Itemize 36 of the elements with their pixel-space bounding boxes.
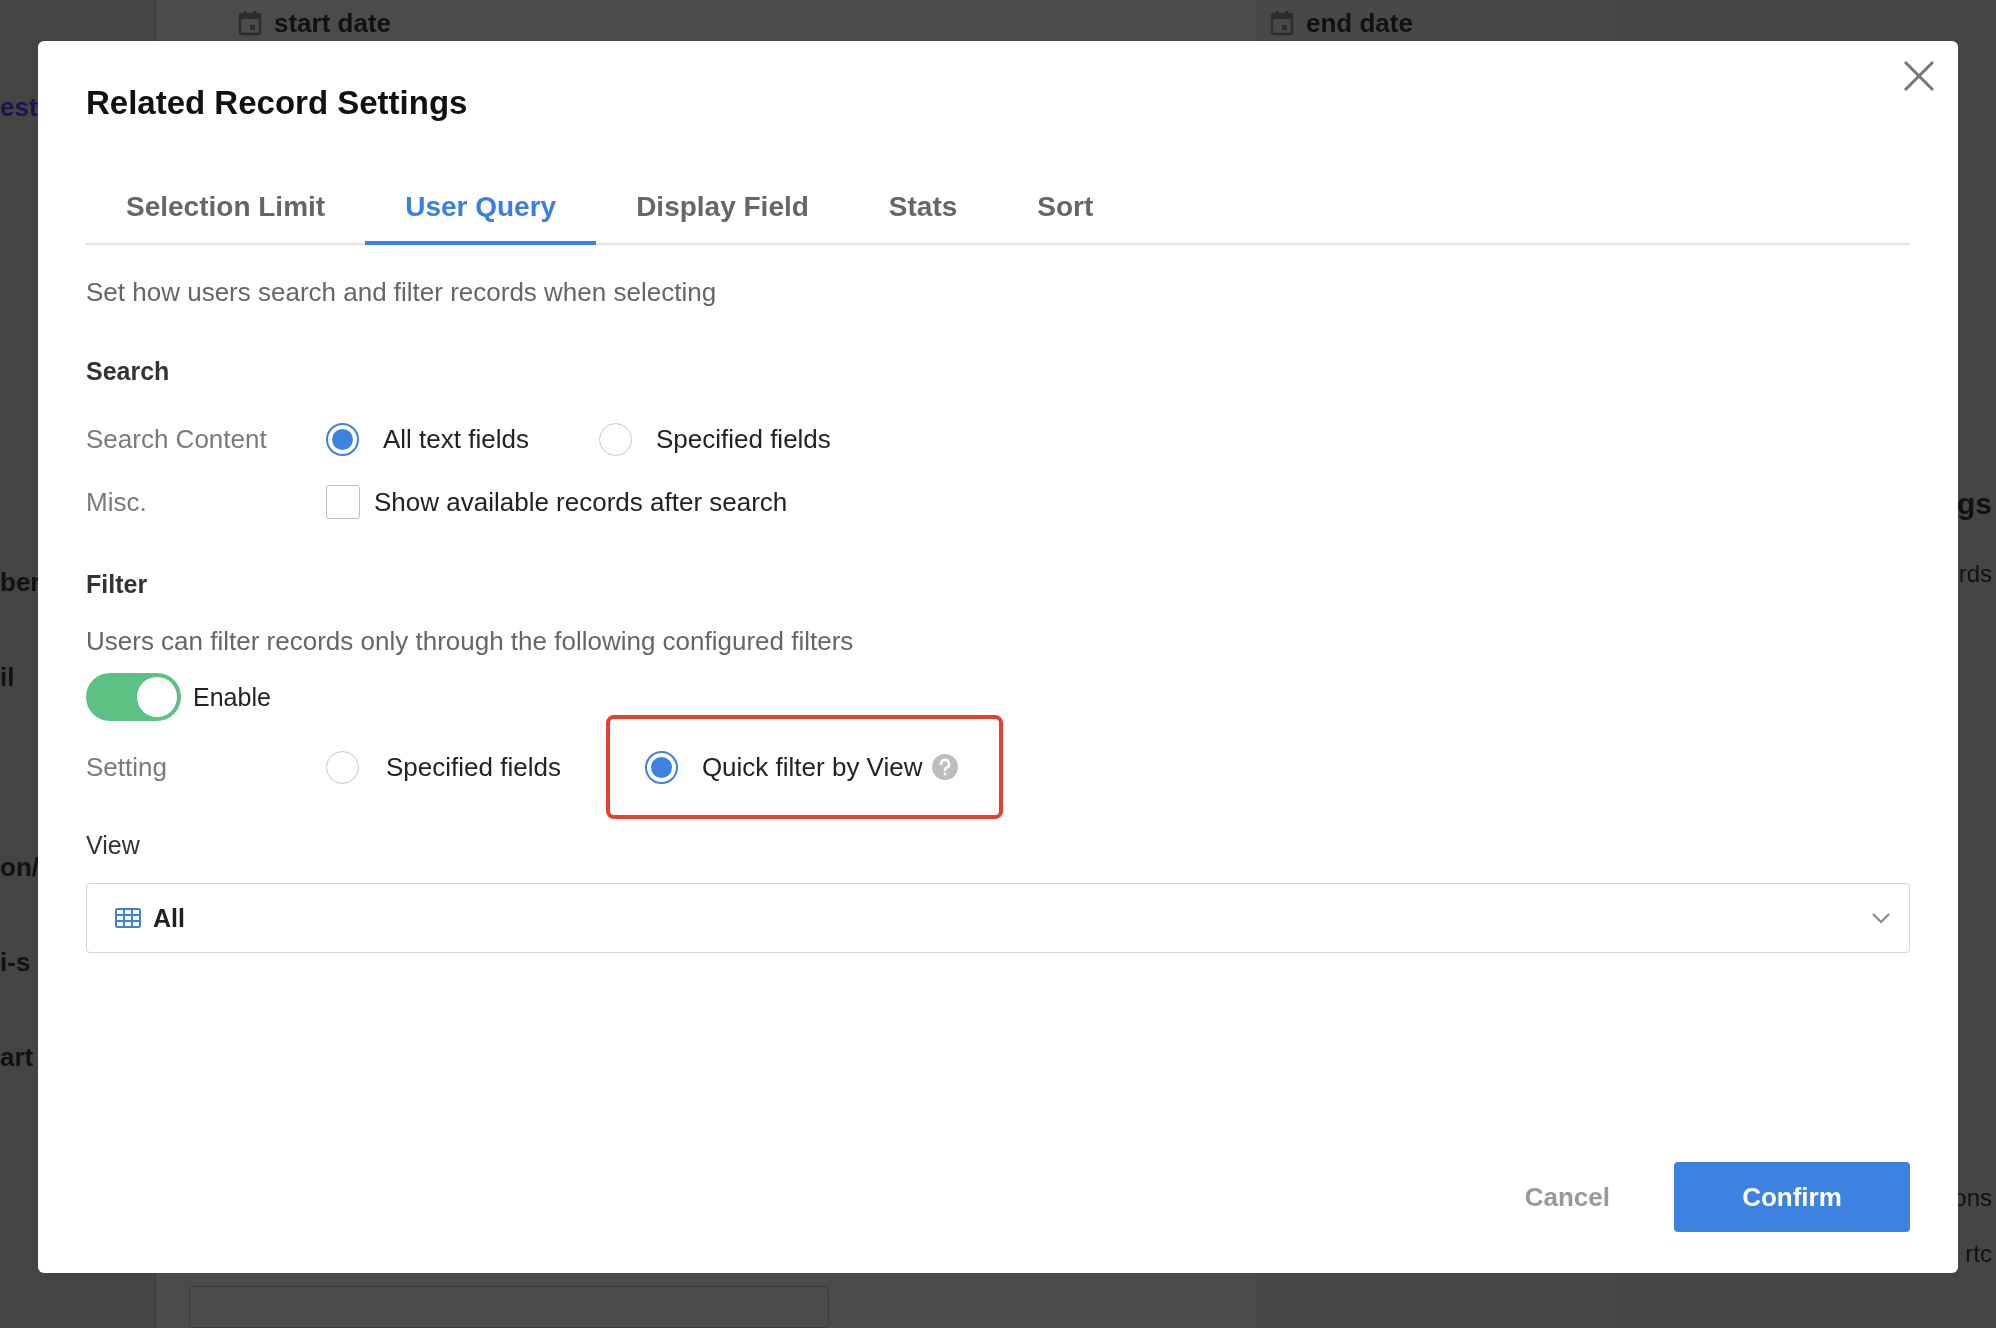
- radio-button[interactable]: [326, 422, 359, 456]
- calendar-icon: [238, 10, 262, 36]
- option-label[interactable]: Show available records after search: [374, 486, 788, 518]
- option-label[interactable]: All text fields: [383, 423, 529, 455]
- confirm-button[interactable]: Confirm: [1674, 1162, 1910, 1232]
- radio-button[interactable]: [598, 422, 632, 456]
- field-label: View: [86, 830, 141, 860]
- calendar-icon: [1270, 10, 1294, 36]
- section-heading: Filter: [86, 569, 149, 599]
- option-label[interactable]: Specified fields: [655, 423, 831, 455]
- dialog-title: Related Record Settings: [86, 85, 468, 121]
- chevron-down-icon: [1871, 912, 1891, 924]
- view-select[interactable]: All: [86, 883, 1910, 953]
- field-label: end date: [1306, 7, 1413, 39]
- checkbox[interactable]: [326, 485, 360, 519]
- toggle-switch[interactable]: [86, 673, 181, 721]
- close-icon[interactable]: [1902, 59, 1936, 93]
- option-label[interactable]: Quick filter by View: [701, 751, 923, 783]
- field-label: start date: [274, 7, 392, 39]
- help-icon[interactable]: [932, 754, 959, 780]
- tab[interactable]: Stats: [848, 183, 998, 245]
- section-heading: Search: [86, 356, 171, 386]
- table-icon: [115, 908, 141, 928]
- section-note: Users can filter records only through the following configured filters: [86, 626, 855, 656]
- field-label: Misc.: [86, 486, 148, 518]
- radio-button[interactable]: [644, 750, 678, 784]
- radio-button[interactable]: [326, 750, 359, 784]
- field-label: Search Content: [86, 423, 268, 455]
- tab[interactable]: Selection Limit: [86, 183, 366, 245]
- tab[interactable]: User Query: [365, 183, 597, 245]
- tab[interactable]: Display Field: [596, 183, 849, 245]
- description: Set how users search and filter records when selecting: [86, 277, 718, 307]
- field-label: Setting: [86, 751, 168, 783]
- option-label[interactable]: Specified fields: [386, 751, 561, 783]
- toggle-label: Enable: [193, 682, 271, 712]
- tab[interactable]: Sort: [997, 183, 1134, 245]
